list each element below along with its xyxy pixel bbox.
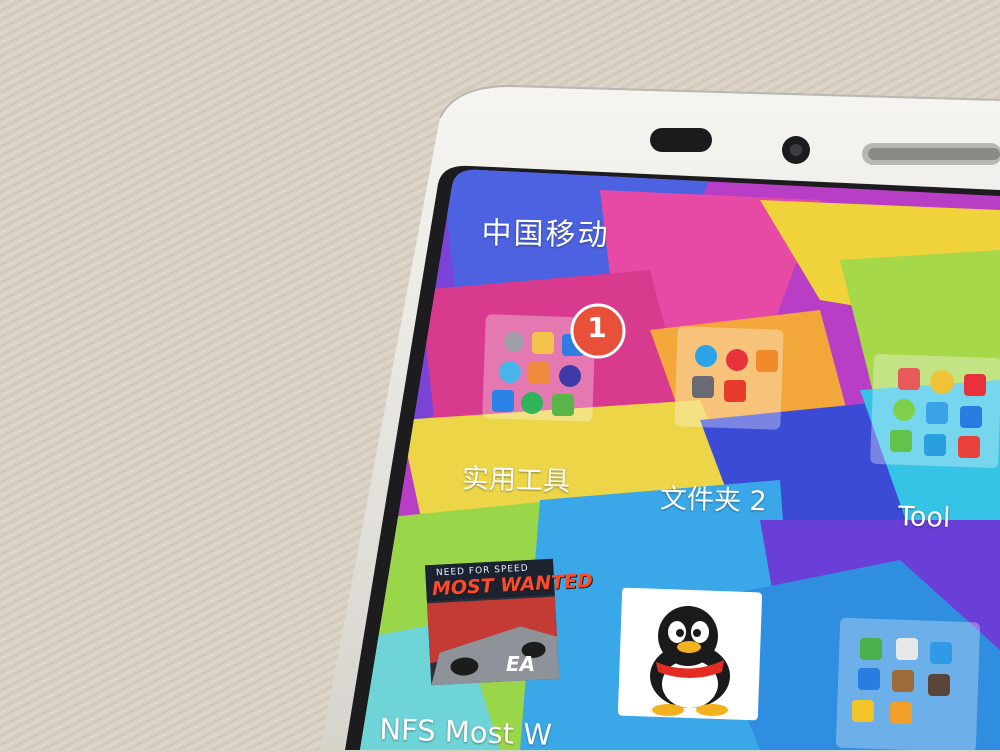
folder-tool-apps (890, 368, 986, 458)
folder-label-utilities[interactable]: 实用工具 (462, 457, 571, 499)
phone-photo (0, 0, 1000, 750)
notification-badge-count: 1 (587, 311, 607, 344)
folder-2 (674, 326, 784, 430)
app-label-nfs[interactable]: NFS Most W (379, 712, 553, 752)
folder-utilities-apps (492, 332, 584, 416)
carrier-name: 中国移动 (481, 215, 610, 254)
folder-label-tool[interactable]: Tool (897, 501, 951, 534)
qq-penguin-icon (617, 587, 763, 721)
ea-logo: EA (506, 652, 536, 676)
proximity-sensor (650, 128, 712, 152)
folder-label-2[interactable]: 文件夹 2 (660, 477, 768, 519)
